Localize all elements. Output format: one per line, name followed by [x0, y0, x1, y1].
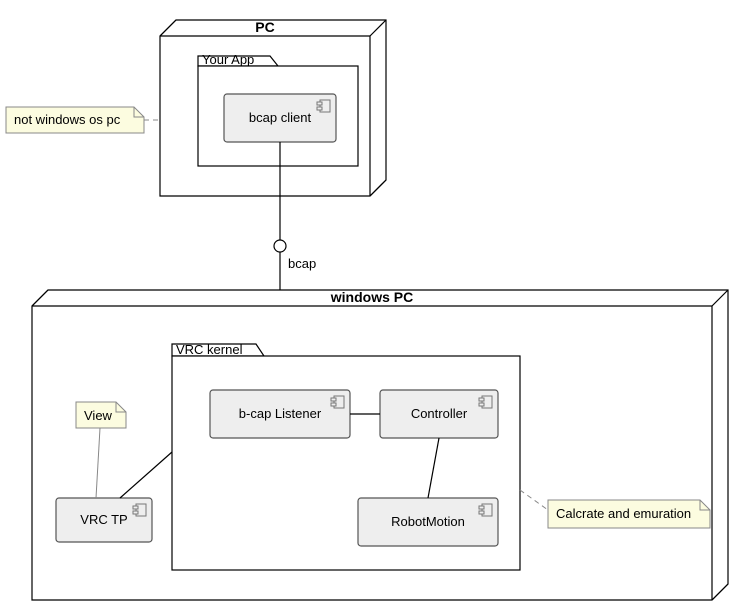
component-controller-label: Controller — [411, 406, 468, 421]
interface-bcap-label: bcap — [288, 256, 316, 271]
node-pc-title: PC — [255, 19, 274, 35]
component-robot-motion-label: RobotMotion — [391, 514, 465, 529]
note-calc-text: Calcrate and emuration — [556, 506, 691, 521]
note-view: View — [76, 402, 126, 428]
component-robot-motion: RobotMotion — [358, 498, 498, 546]
note-not-windows-text: not windows os pc — [14, 112, 121, 127]
node-windows-pc-title: windows PC — [330, 289, 413, 305]
note-calc: Calcrate and emuration — [548, 500, 710, 528]
component-vrc-tp-label: VRC TP — [80, 512, 127, 527]
component-bcap-listener: b-cap Listener — [210, 390, 350, 438]
note-view-text: View — [84, 408, 113, 423]
package-your-app-title: Your App — [202, 52, 254, 67]
component-bcap-listener-label: b-cap Listener — [239, 406, 322, 421]
package-vrc-kernel-title: VRC kernel — [176, 342, 243, 357]
note-not-windows: not windows os pc — [6, 107, 144, 133]
component-vrc-tp: VRC TP — [56, 498, 152, 542]
component-bcap-client: bcap client — [224, 94, 336, 142]
component-bcap-client-label: bcap client — [249, 110, 312, 125]
interface-bcap-lollipop — [274, 240, 286, 252]
diagram-canvas: PC Your App bcap client not windows os p… — [0, 0, 746, 612]
component-controller: Controller — [380, 390, 498, 438]
